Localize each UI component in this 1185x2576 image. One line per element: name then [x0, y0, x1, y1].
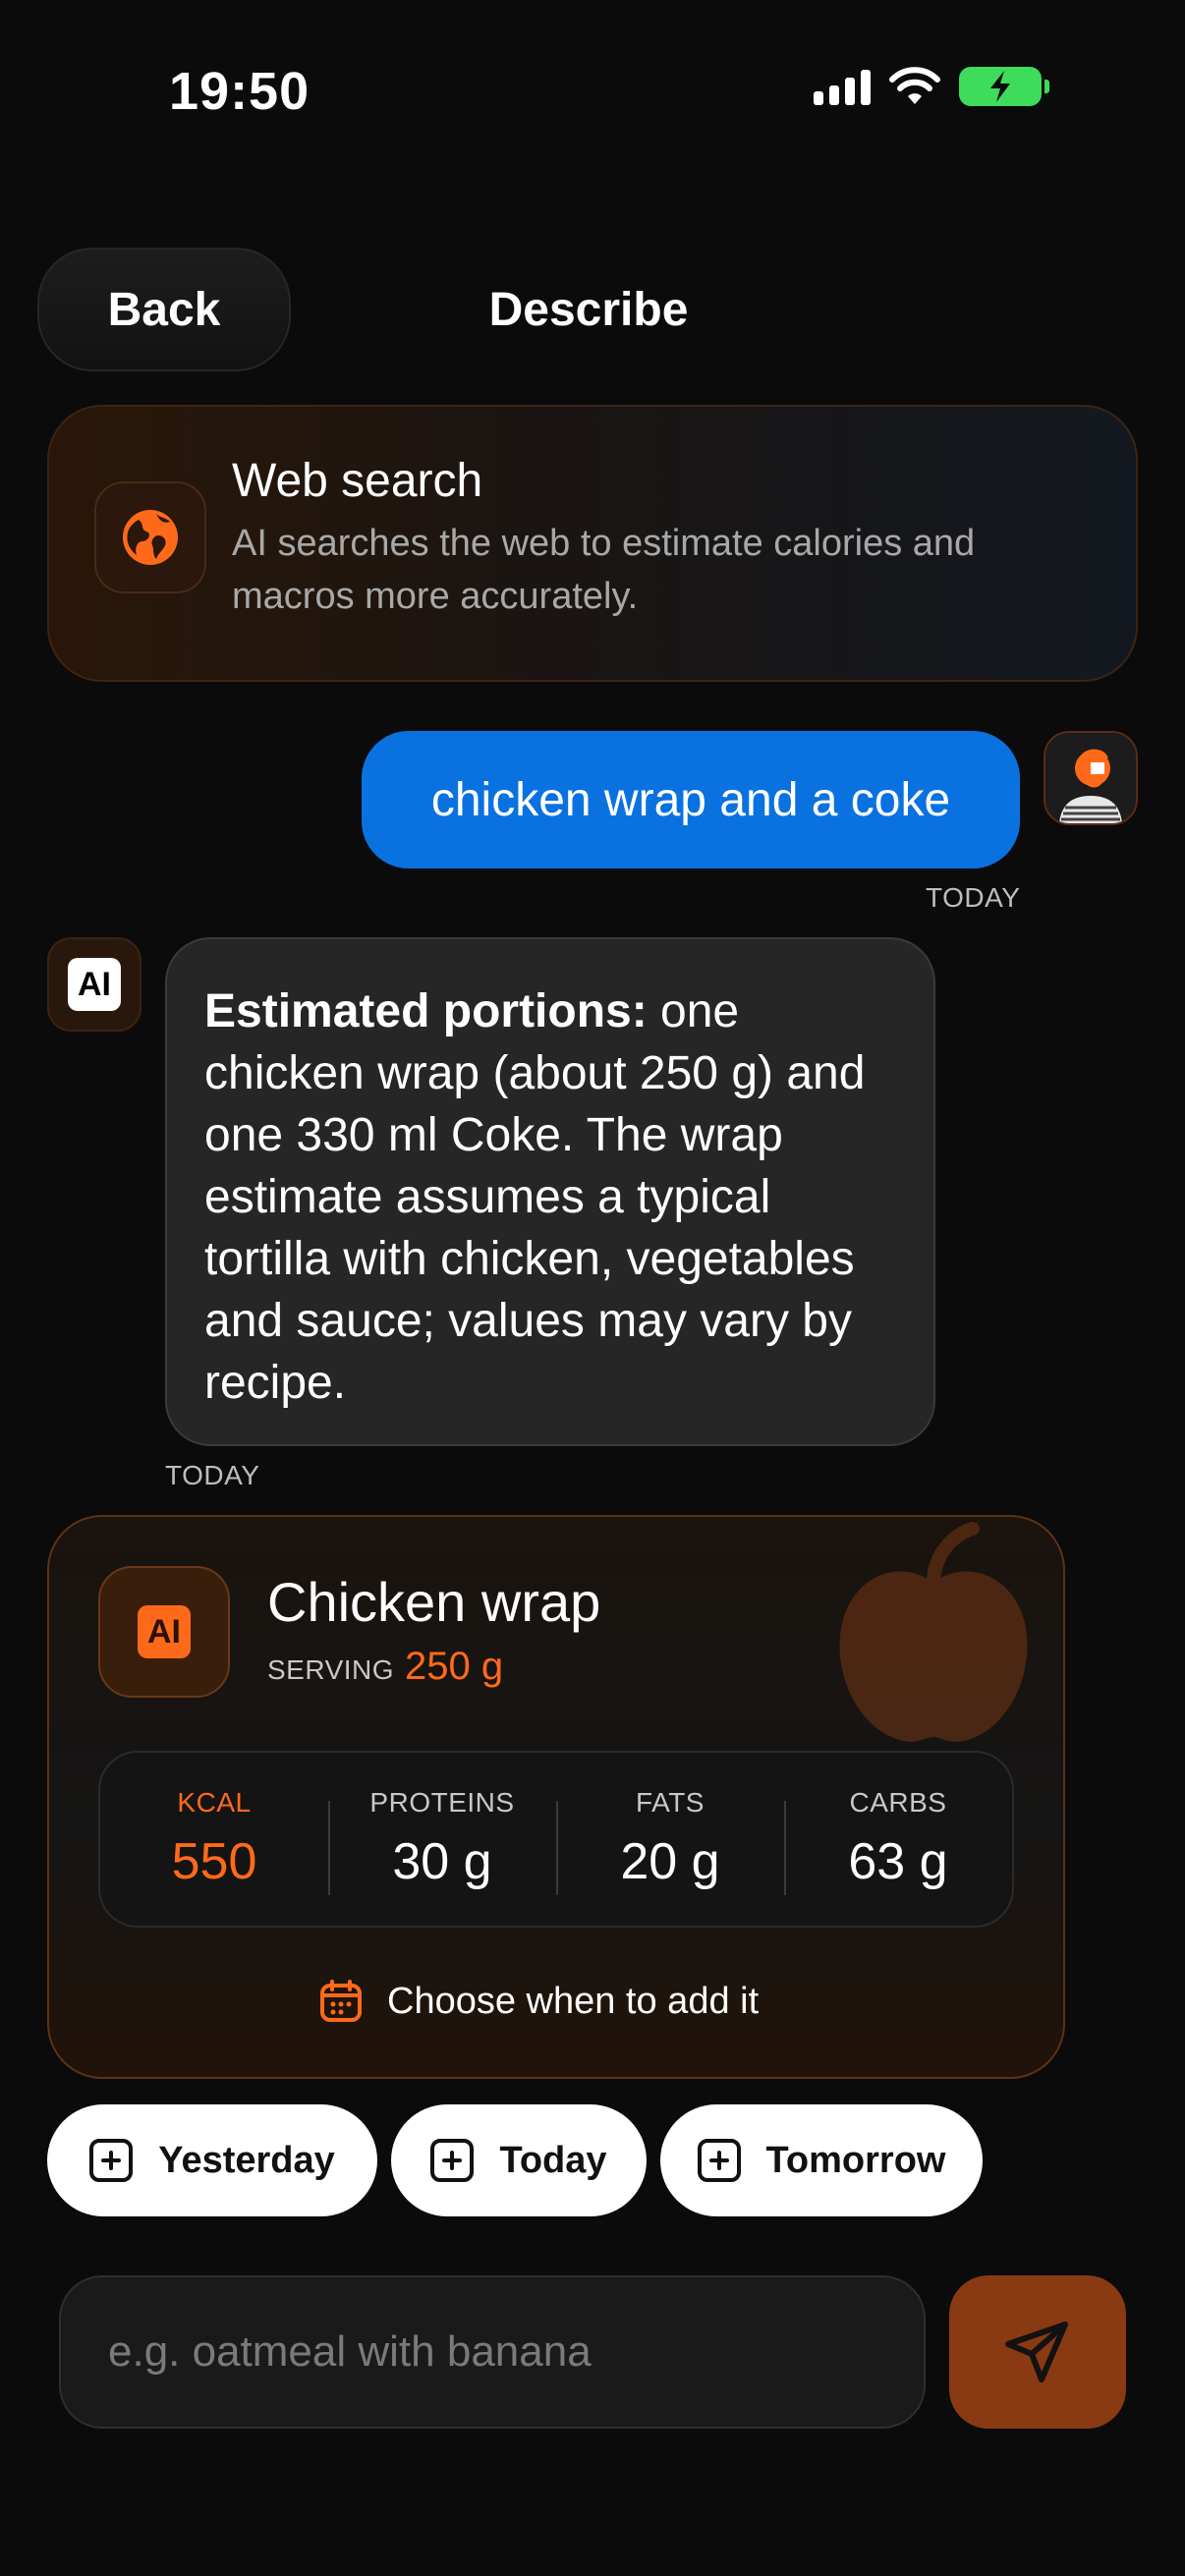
user-message-timestamp: TODAY — [926, 882, 1021, 913]
plus-square-icon — [89, 2139, 134, 2182]
plus-square-icon — [697, 2139, 741, 2182]
ai-avatar: AI — [47, 937, 141, 1032]
send-paper-plane-icon — [1005, 2322, 1068, 2382]
add-yesterday-button[interactable]: Yesterday — [47, 2104, 377, 2216]
ai-badge: AI — [68, 958, 121, 1011]
day-button-label: Tomorrow — [765, 2139, 946, 2181]
page-title-text: Describe — [488, 284, 689, 336]
ai-message-bubble: Estimated portions: one chicken wrap (ab… — [165, 937, 935, 1446]
food-ai-badge: AI — [138, 1605, 191, 1658]
choose-when-label: Choose when to add it — [387, 1980, 760, 2022]
add-today-button[interactable]: Today — [391, 2104, 647, 2216]
wifi-icon — [889, 67, 940, 104]
apple-watermark-icon — [839, 1522, 1028, 1742]
macro-kcal: KCAL 550 — [100, 1787, 328, 1891]
web-search-description: AI searches the web to estimate calories… — [232, 523, 976, 617]
macro-label: FATS — [636, 1787, 705, 1818]
status-time: 19:50 — [169, 62, 310, 121]
macro-fats: FATS 20 g — [556, 1787, 784, 1895]
food-name: Chicken wrap — [267, 1571, 601, 1633]
calendar-icon — [320, 1980, 362, 2022]
macro-value: 20 g — [620, 1833, 720, 1890]
serving-label: SERVING — [267, 1654, 395, 1685]
globe-icon — [123, 510, 178, 565]
choose-when-row: Choose when to add it — [318, 1979, 759, 2024]
web-search-title: Web search — [232, 455, 483, 507]
food-ai-icon-box: AI — [98, 1566, 230, 1698]
macro-value: 550 — [171, 1833, 257, 1890]
plus-square-icon — [430, 2139, 475, 2182]
user-avatar[interactable] — [1044, 731, 1138, 825]
macro-value: 30 g — [392, 1833, 492, 1890]
serving-value: 250 g — [405, 1645, 504, 1688]
macro-label: KCAL — [177, 1787, 252, 1818]
macro-carbs: CARBS 63 g — [784, 1787, 1012, 1895]
page-title: Describe — [0, 283, 1185, 337]
cellular-signal-icon — [814, 68, 871, 105]
macro-value: 63 g — [848, 1833, 948, 1890]
ai-message-text: one chicken wrap (about 250 g) and one 3… — [204, 985, 866, 1409]
meal-description-input[interactable] — [59, 2275, 926, 2429]
status-icons — [814, 67, 1049, 106]
macro-proteins: PROTEINS 30 g — [328, 1787, 556, 1895]
day-button-label: Yesterday — [158, 2139, 335, 2181]
add-tomorrow-button[interactable]: Tomorrow — [660, 2104, 983, 2216]
ai-message-timestamp: TODAY — [165, 1460, 260, 1490]
user-message-bubble: chicken wrap and a coke — [362, 731, 1020, 868]
day-button-label: Today — [499, 2139, 607, 2181]
web-search-icon-box — [94, 481, 206, 593]
send-button[interactable] — [949, 2275, 1126, 2429]
macro-label: PROTEINS — [369, 1787, 515, 1818]
ai-message-bold: Estimated portions: — [204, 985, 648, 1037]
macros-panel: KCAL 550 PROTEINS 30 g FATS 20 g CARBS 6… — [98, 1751, 1014, 1928]
macro-label: CARBS — [849, 1787, 947, 1818]
battery-charging-icon — [959, 67, 1049, 106]
